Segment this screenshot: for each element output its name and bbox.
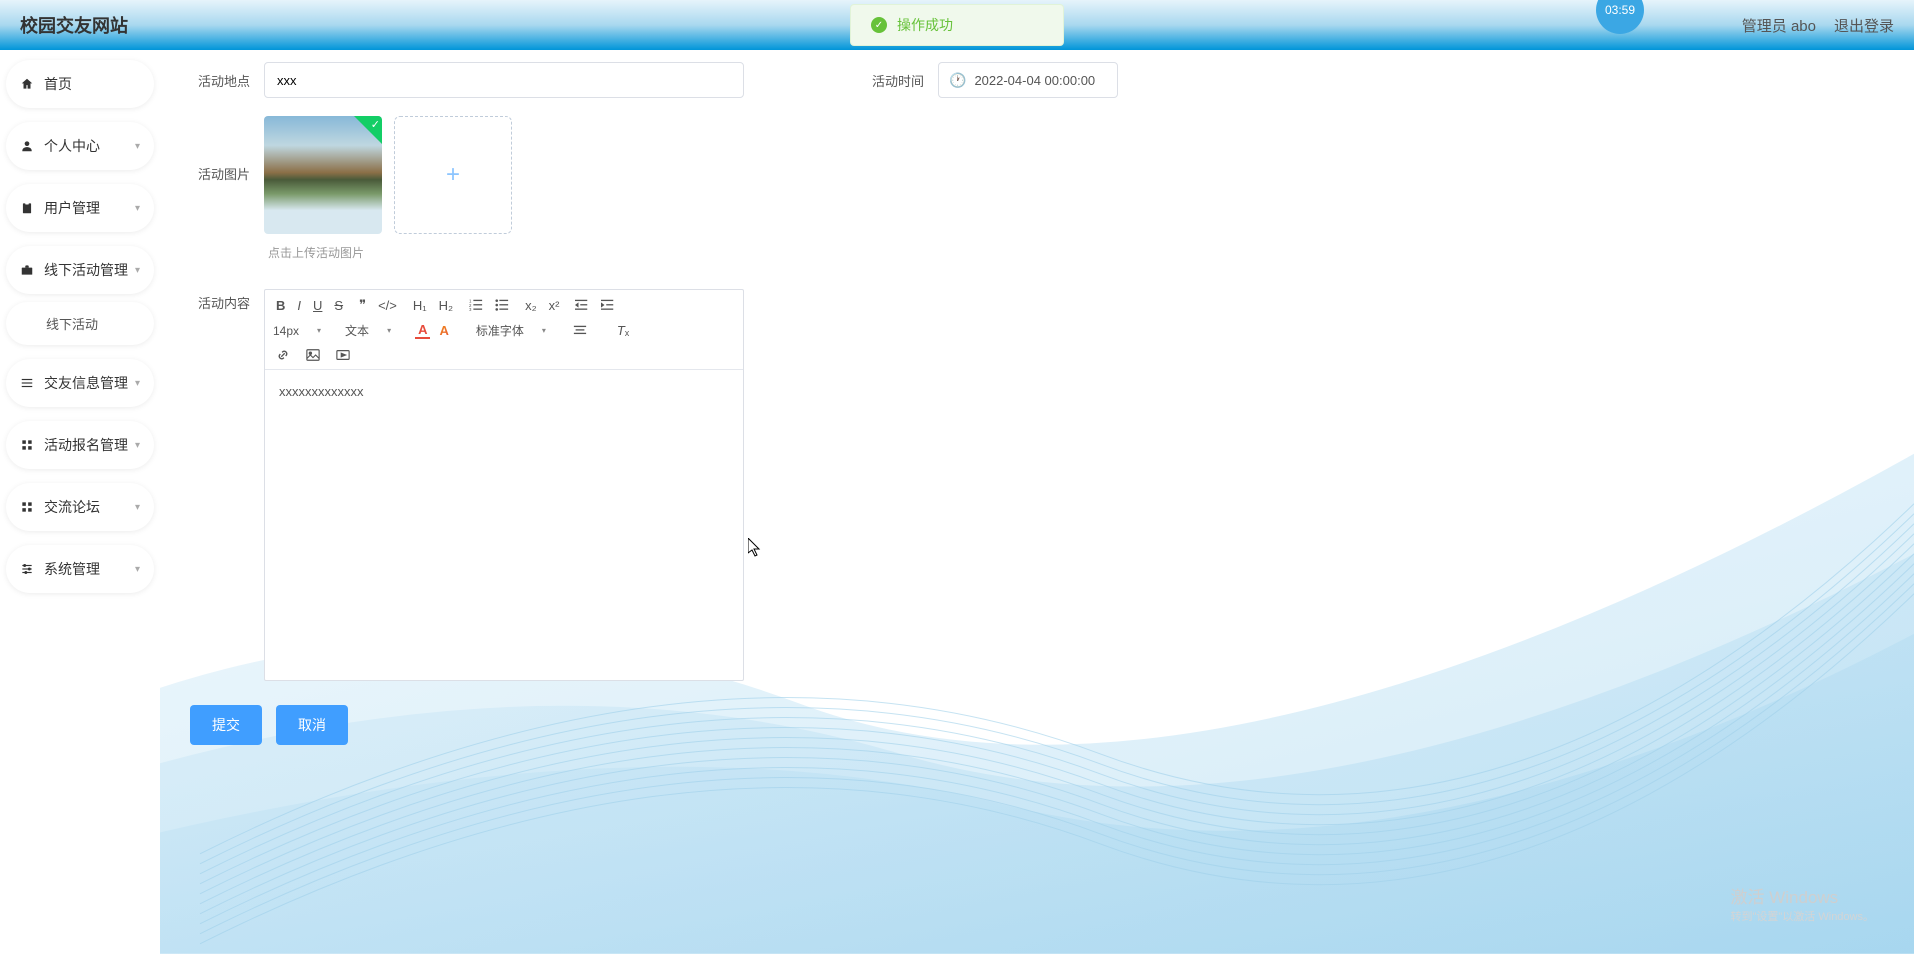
main-content: 活动地点 活动时间 🕐 2022-04-04 00:00:00 活动图片 + [160, 50, 1914, 954]
location-input[interactable] [264, 62, 744, 98]
outdent-button[interactable] [572, 296, 592, 314]
chevron-down-icon: ▾ [135, 141, 140, 152]
clipboard-icon [20, 201, 34, 215]
ordered-list-button[interactable]: 123 [466, 296, 486, 314]
sidebar-label: 首页 [44, 74, 72, 94]
check-circle-icon: ✓ [871, 17, 887, 33]
clock-icon: 🕐 [949, 72, 966, 89]
chevron-down-icon: ▾ [135, 502, 140, 513]
sidebar-label: 线下活动管理 [44, 260, 128, 280]
sidebar-item-offlinemgmt[interactable]: 线下活动管理 ▾ [6, 246, 154, 294]
sidebar-label: 用户管理 [44, 198, 100, 218]
underline-button[interactable]: U [310, 296, 325, 315]
svg-text:3: 3 [469, 307, 472, 312]
chevron-updown-icon: ▾ [317, 326, 321, 335]
align-button[interactable] [570, 322, 590, 340]
apps-icon [20, 500, 34, 514]
time-label: 活动时间 [864, 71, 924, 90]
sidebar: 首页 个人中心 ▾ 用户管理 ▾ [0, 50, 160, 954]
h1-button[interactable]: H₁ [410, 296, 430, 315]
chevron-updown-icon: ▾ [387, 326, 391, 335]
italic-button[interactable]: I [294, 296, 304, 315]
sidebar-item-home[interactable]: 首页 [6, 60, 154, 108]
bold-button[interactable]: B [273, 296, 288, 315]
sidebar-subitem-offline[interactable]: 线下活动 [6, 302, 154, 345]
texttype-select[interactable]: 文本 ▾ [345, 322, 391, 339]
indent-button[interactable] [598, 296, 618, 314]
video-button[interactable] [333, 346, 353, 364]
editor-content[interactable]: xxxxxxxxxxxxx [265, 370, 743, 680]
grid-icon [20, 438, 34, 452]
upload-add-button[interactable]: + [394, 116, 512, 234]
success-toast: ✓ 操作成功 [850, 4, 1064, 46]
logout-link[interactable]: 退出登录 [1834, 15, 1894, 36]
font-color-button[interactable]: A [415, 322, 430, 340]
home-icon [20, 77, 34, 91]
image-label: 活动图片 [190, 164, 250, 183]
superscript-button[interactable]: x² [546, 296, 563, 315]
sidebar-label: 个人中心 [44, 136, 100, 156]
briefcase-icon [20, 263, 34, 277]
list-icon [20, 376, 34, 390]
settings-icon [20, 562, 34, 576]
time-picker[interactable]: 🕐 2022-04-04 00:00:00 [938, 62, 1118, 98]
sidebar-label: 交流论坛 [44, 497, 100, 517]
sidebar-sublabel: 线下活动 [46, 317, 98, 332]
sidebar-item-signupmgmt[interactable]: 活动报名管理 ▾ [6, 421, 154, 469]
image-button[interactable] [303, 346, 323, 364]
bullet-list-button[interactable] [492, 296, 512, 314]
chevron-down-icon: ▾ [135, 203, 140, 214]
chevron-down-icon: ▾ [135, 265, 140, 276]
quote-button[interactable]: ❞ [356, 295, 369, 315]
toast-message: 操作成功 [897, 15, 953, 35]
sidebar-item-friendmgmt[interactable]: 交友信息管理 ▾ [6, 359, 154, 407]
strike-button[interactable]: S [331, 296, 346, 315]
subscript-button[interactable]: x₂ [522, 296, 540, 315]
current-user[interactable]: 管理员 abo [1742, 15, 1816, 36]
h2-button[interactable]: H₂ [436, 296, 456, 315]
rich-editor: B I U S ❞ </> H₁ H₂ 123 [264, 289, 744, 681]
clock-badge: 03:59 [1596, 0, 1644, 34]
clear-format-button[interactable]: Tₓ [614, 321, 632, 340]
sidebar-label: 活动报名管理 [44, 435, 128, 455]
fontfamily-select[interactable]: 标准字体 ▾ [476, 322, 546, 339]
time-value: 2022-04-04 00:00:00 [974, 73, 1095, 88]
chevron-down-icon: ▾ [135, 440, 140, 451]
bg-color-button[interactable]: A [436, 321, 451, 340]
sidebar-item-forum[interactable]: 交流论坛 ▾ [6, 483, 154, 531]
sidebar-item-sysmgmt[interactable]: 系统管理 ▾ [6, 545, 154, 593]
sidebar-label: 系统管理 [44, 559, 100, 579]
user-icon [20, 139, 34, 153]
code-button[interactable]: </> [375, 296, 400, 315]
uploaded-image-thumb[interactable] [264, 116, 382, 234]
location-label: 活动地点 [190, 71, 250, 90]
cancel-button[interactable]: 取消 [276, 705, 348, 745]
chevron-down-icon: ▾ [135, 564, 140, 575]
check-icon [354, 116, 382, 144]
chevron-updown-icon: ▾ [542, 326, 546, 335]
fontsize-select[interactable]: 14px ▾ [273, 324, 321, 338]
upload-hint: 点击上传活动图片 [268, 244, 1884, 261]
editor-toolbar: B I U S ❞ </> H₁ H₂ 123 [265, 290, 743, 370]
submit-button[interactable]: 提交 [190, 705, 262, 745]
content-label: 活动内容 [190, 293, 250, 681]
chevron-down-icon: ▾ [135, 378, 140, 389]
sidebar-label: 交友信息管理 [44, 373, 128, 393]
sidebar-item-usermgmt[interactable]: 用户管理 ▾ [6, 184, 154, 232]
site-title: 校园交友网站 [20, 12, 128, 38]
link-button[interactable] [273, 346, 293, 364]
sidebar-item-profile[interactable]: 个人中心 ▾ [6, 122, 154, 170]
